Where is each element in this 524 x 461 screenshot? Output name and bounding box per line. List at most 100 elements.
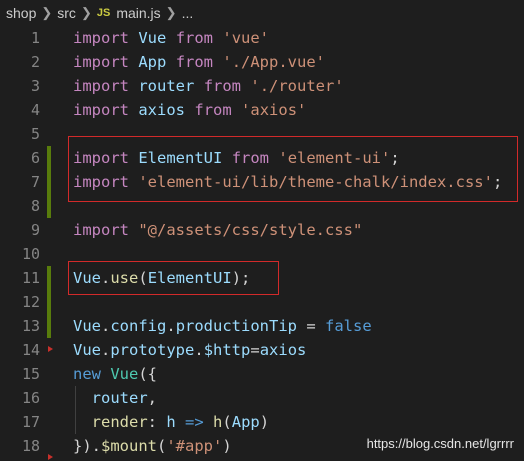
code-text: import router from './router' xyxy=(73,74,344,98)
code-text: import Vue from 'vue' xyxy=(73,26,269,50)
code-line[interactable]: 12 xyxy=(0,290,524,314)
code-text: Vue.prototype.$http=axios xyxy=(73,338,306,362)
code-token: = xyxy=(250,341,260,359)
line-number: 14 xyxy=(21,341,40,359)
code-token: axios xyxy=(259,341,307,359)
code-line[interactable]: 13 Vue.config.productionTip = false xyxy=(0,314,524,338)
code-line[interactable]: 8 xyxy=(0,194,524,218)
line-number: 6 xyxy=(30,149,40,167)
code-token: ) xyxy=(259,413,270,431)
code-text: import "@/assets/css/style.css" xyxy=(73,218,362,242)
code-text: import 'element-ui/lib/theme-chalk/index… xyxy=(73,170,502,194)
line-number: 7 xyxy=(30,173,40,191)
line-number: 18 xyxy=(21,437,40,455)
code-token: render xyxy=(91,413,148,431)
code-token: Vue xyxy=(73,341,101,359)
code-token: h xyxy=(213,413,223,431)
code-line[interactable]: 4 import axios from 'axios' xyxy=(0,98,524,122)
code-line[interactable]: 15 new Vue({ xyxy=(0,362,524,386)
code-token: $mount xyxy=(101,437,157,455)
code-token: , xyxy=(147,389,158,407)
code-token: ElementUI xyxy=(147,269,232,287)
code-token: Vue xyxy=(110,365,139,383)
code-token: 'axios' xyxy=(241,101,307,119)
line-number: 11 xyxy=(21,269,40,287)
code-token: ); xyxy=(231,269,251,287)
code-token: = xyxy=(297,317,326,335)
code-token: : xyxy=(147,413,167,431)
code-token: "@/assets/css/style.css" xyxy=(138,221,363,239)
code-token: 'element-ui' xyxy=(278,149,391,167)
code-token: 'vue' xyxy=(222,29,270,47)
code-text: import axios from 'axios' xyxy=(73,98,306,122)
javascript-file-icon: JS xyxy=(96,7,111,19)
line-number: 5 xyxy=(30,125,40,143)
code-text: import App from './App.vue' xyxy=(73,50,325,74)
breadcrumb-item-more[interactable]: ... xyxy=(182,5,194,21)
code-token: h xyxy=(166,413,176,431)
code-token: new xyxy=(73,365,101,383)
line-number: 16 xyxy=(21,389,40,407)
line-number: 17 xyxy=(21,413,40,431)
code-line[interactable]: 10 xyxy=(0,242,524,266)
code-token: import xyxy=(73,77,129,95)
line-number: 8 xyxy=(30,197,40,215)
code-token: from xyxy=(175,29,214,47)
line-number: 4 xyxy=(30,101,40,119)
code-token: '#app' xyxy=(166,437,223,455)
code-line[interactable]: 7 import 'element-ui/lib/theme-chalk/inde… xyxy=(0,170,524,194)
chevron-right-icon: ❯ xyxy=(41,5,53,20)
code-line[interactable]: 14 Vue.prototype.$http=axios xyxy=(0,338,524,362)
code-token: ( xyxy=(138,269,148,287)
code-token: from xyxy=(175,53,214,71)
code-token: import xyxy=(73,29,129,47)
code-text: }).$mount('#app') xyxy=(73,434,232,458)
code-line[interactable]: 5 xyxy=(0,122,524,146)
breadcrumb-item-src[interactable]: src xyxy=(57,5,76,21)
code-token: ; xyxy=(492,173,503,191)
code-line[interactable]: 1 import Vue from 'vue' xyxy=(0,26,524,50)
code-token: ( xyxy=(222,413,232,431)
breadcrumb-item-shop[interactable]: shop xyxy=(6,5,36,21)
code-token: Vue xyxy=(73,317,101,335)
code-line[interactable]: 11 Vue.use(ElementUI); xyxy=(0,266,524,290)
breadcrumb-item-file[interactable]: main.js xyxy=(116,5,160,21)
line-number: 13 xyxy=(21,317,40,335)
code-token: from xyxy=(194,101,232,119)
code-line[interactable]: 3 import router from './router' xyxy=(0,74,524,98)
code-line[interactable]: 2 import App from './App.vue' xyxy=(0,50,524,74)
code-token: from xyxy=(231,149,270,167)
code-editor[interactable]: 1 import Vue from 'vue' 2 import App from '… xyxy=(0,26,524,461)
code-token: ; xyxy=(390,149,400,167)
code-line[interactable]: 16 router, xyxy=(0,386,524,410)
code-text: Vue.use(ElementUI); xyxy=(73,266,250,290)
code-token: config xyxy=(110,317,167,335)
code-token: $http xyxy=(203,341,251,359)
code-token: App xyxy=(231,413,260,431)
code-line[interactable]: 6 import ElementUI from 'element-ui'; xyxy=(0,146,524,170)
breadcrumb: shop ❯ src ❯ JS main.js ❯ ... xyxy=(0,0,524,26)
code-line[interactable]: 9 import "@/assets/css/style.css" xyxy=(0,218,524,242)
line-number: 12 xyxy=(21,293,40,311)
chevron-right-icon: ❯ xyxy=(165,5,177,20)
code-line[interactable]: 17 render: h => h(App) xyxy=(0,410,524,434)
code-token: false xyxy=(325,317,372,335)
line-number: 1 xyxy=(30,29,40,47)
